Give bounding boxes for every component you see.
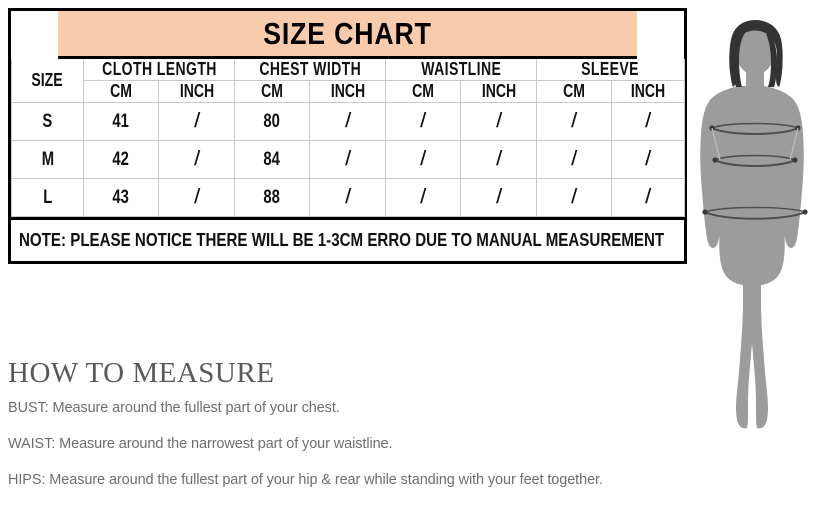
- table-row: S 41 / 80 / / / / /: [11, 102, 685, 141]
- cell-size-m: M: [11, 140, 84, 179]
- cell-s-sleeve-inch: /: [611, 102, 685, 141]
- cell-size-s: S: [11, 102, 84, 141]
- size-table: SIZE CLOTH LENGTH CHEST WIDTH WAISTLINE …: [11, 59, 685, 217]
- cell-size-l: L: [11, 178, 84, 217]
- how-to-measure-title: HOW TO MEASURE: [8, 357, 275, 389]
- table-header-unit-row: CM INCH CM INCH CM INCH CM INCH: [12, 80, 685, 103]
- cell-m-waistline-inch: /: [460, 140, 537, 179]
- size-chart-title: SIZE CHART: [58, 11, 637, 59]
- size-chart-table: SIZE CHART SIZE CLOTH LENGTH CHEST WIDTH…: [8, 8, 687, 264]
- cell-l-sleeve-cm: /: [536, 178, 612, 217]
- cell-l-sleeve-inch: /: [611, 178, 685, 217]
- cell-l-chest-width-cm: 88: [234, 178, 310, 217]
- cell-s-cloth-length-inch: /: [158, 102, 235, 141]
- how-to-measure-section: HOW TO MEASURE BUST: Measure around the …: [8, 356, 648, 490]
- header-group-waistline: WAISTLINE: [385, 59, 537, 81]
- header-size: SIZE: [11, 59, 84, 103]
- how-to-measure-bust: BUST: Measure around the fullest part of…: [8, 400, 340, 416]
- cell-s-chest-width-inch: /: [309, 102, 386, 141]
- cell-m-sleeve-inch: /: [611, 140, 685, 179]
- cell-m-cloth-length-inch: /: [158, 140, 235, 179]
- body-shape: [700, 20, 804, 429]
- cell-m-waistline-cm: /: [385, 140, 461, 179]
- cell-m-chest-width-inch: /: [309, 140, 386, 179]
- header-group-sleeve: SLEEVE: [536, 59, 685, 81]
- header-unit-cloth-length-inch: INCH: [158, 80, 235, 103]
- measurement-note-row: NOTE: PLEASE NOTICE THERE WILL BE 1-3CM …: [11, 217, 684, 261]
- header-unit-waistline-inch: INCH: [460, 80, 537, 103]
- cell-s-waistline-cm: /: [385, 102, 461, 141]
- how-to-measure-waist: WAIST: Measure around the narrowest part…: [8, 436, 393, 452]
- header-unit-chest-width-inch: INCH: [309, 80, 386, 103]
- header-group-chest-width: CHEST WIDTH: [234, 59, 386, 81]
- header-unit-cloth-length-cm: CM: [83, 80, 159, 103]
- cell-l-waistline-inch: /: [460, 178, 537, 217]
- female-body-silhouette: [690, 0, 820, 460]
- measurement-note: NOTE: PLEASE NOTICE THERE WILL BE 1-3CM …: [19, 230, 665, 250]
- table-row: M 42 / 84 / / / / /: [11, 140, 685, 179]
- header-group-cloth-length: CLOTH LENGTH: [83, 59, 235, 81]
- header-unit-chest-width-cm: CM: [234, 80, 310, 103]
- header-unit-waistline-cm: CM: [385, 80, 461, 103]
- cell-m-sleeve-cm: /: [536, 140, 612, 179]
- cell-s-cloth-length-cm: 41: [83, 102, 159, 141]
- cell-m-chest-width-cm: 84: [234, 140, 310, 179]
- cell-m-cloth-length-cm: 42: [83, 140, 159, 179]
- cell-l-cloth-length-cm: 43: [83, 178, 159, 217]
- how-to-measure-hips: HIPS: Measure around the fullest part of…: [8, 472, 603, 488]
- cell-l-cloth-length-inch: /: [158, 178, 235, 217]
- header-unit-sleeve-cm: CM: [536, 80, 612, 103]
- cell-l-waistline-cm: /: [385, 178, 461, 217]
- cell-s-waistline-inch: /: [460, 102, 537, 141]
- cell-s-chest-width-cm: 80: [234, 102, 310, 141]
- cell-s-sleeve-cm: /: [536, 102, 612, 141]
- table-header-group-row: SIZE CLOTH LENGTH CHEST WIDTH WAISTLINE …: [11, 59, 685, 103]
- header-unit-sleeve-inch: INCH: [611, 80, 685, 103]
- table-row: L 43 / 88 / / / / /: [11, 178, 685, 217]
- cell-l-chest-width-inch: /: [309, 178, 386, 217]
